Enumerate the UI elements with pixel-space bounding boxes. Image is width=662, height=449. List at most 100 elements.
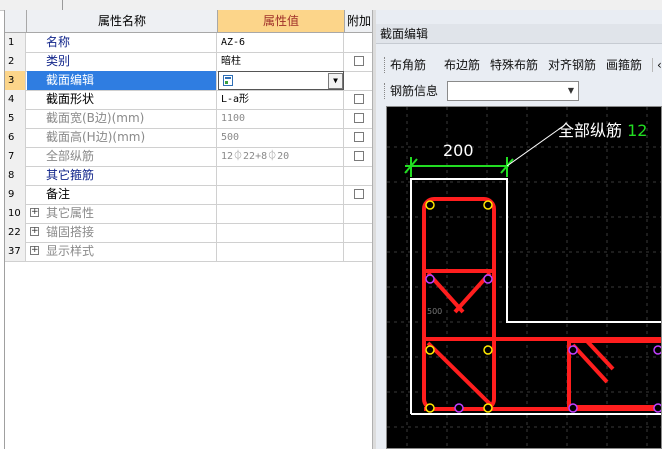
grid-row[interactable]: 6 截面高(H边)(mm) 500 bbox=[5, 128, 373, 148]
property-name: 截面宽(B边)(mm) bbox=[46, 111, 145, 125]
header-extra[interactable]: 附加 bbox=[345, 10, 373, 32]
side-dimension: 500 bbox=[427, 307, 443, 316]
row-number: 4 bbox=[5, 90, 26, 109]
grid-row[interactable]: 9 备注 bbox=[5, 185, 373, 205]
property-name: 类别 bbox=[46, 54, 71, 68]
property-name: 截面形状 bbox=[46, 92, 95, 106]
extra-cell bbox=[345, 52, 373, 71]
grid-row[interactable]: 3 截面编辑 ▼ bbox=[5, 71, 373, 91]
property-value-cell[interactable]: ▼ bbox=[218, 71, 344, 90]
all-rebar-label: 全部纵筋 12 bbox=[558, 117, 647, 141]
property-value-cell[interactable]: L-a形 bbox=[218, 90, 344, 109]
expand-plus-icon[interactable]: + bbox=[30, 246, 39, 255]
header-num bbox=[5, 10, 27, 32]
property-value: 500 bbox=[221, 132, 240, 143]
property-name-cell[interactable]: 备注 bbox=[27, 185, 217, 204]
property-name-cell[interactable]: 截面宽(B边)(mm) bbox=[27, 109, 217, 128]
extra-checkbox[interactable] bbox=[354, 189, 364, 199]
property-value-cell[interactable] bbox=[218, 223, 344, 242]
property-name-cell[interactable]: 其它箍筋 bbox=[27, 166, 217, 185]
property-value-cell[interactable] bbox=[218, 242, 344, 261]
grid-row[interactable]: 10 + 其它属性 bbox=[5, 204, 373, 224]
grid-row[interactable]: 2 类别 暗柱 bbox=[5, 52, 373, 72]
draw-stirrup-button[interactable]: 画箍筋 bbox=[606, 54, 642, 76]
property-name-cell[interactable]: 类别 bbox=[27, 52, 217, 71]
row-number: 5 bbox=[5, 109, 26, 128]
extra-checkbox[interactable] bbox=[354, 151, 364, 161]
property-name-cell[interactable]: + 显示样式 bbox=[27, 242, 217, 261]
property-name-cell[interactable]: 截面高(H边)(mm) bbox=[27, 128, 217, 147]
extra-checkbox[interactable] bbox=[354, 94, 364, 104]
property-value-cell[interactable] bbox=[218, 204, 344, 223]
property-name: 备注 bbox=[46, 187, 71, 201]
header-property-name[interactable]: 属性名称 bbox=[27, 10, 218, 32]
property-name-cell[interactable]: 全部纵筋 bbox=[27, 147, 217, 166]
property-name: 其它属性 bbox=[46, 206, 95, 220]
align-rebar-button[interactable]: 对齐钢筋 bbox=[548, 54, 596, 76]
all-rebar-text: 全部纵筋 bbox=[558, 121, 623, 140]
property-name: 名称 bbox=[46, 35, 71, 49]
side-rebar-button[interactable]: 布边筋 bbox=[444, 54, 480, 76]
toolbar-grip-2[interactable] bbox=[384, 83, 387, 99]
grid-row[interactable]: 4 截面形状 L-a形 bbox=[5, 90, 373, 110]
property-name-cell[interactable]: + 其它属性 bbox=[27, 204, 217, 223]
property-value: 1100 bbox=[221, 113, 246, 124]
dropdown-arrow-icon[interactable]: ▼ bbox=[328, 73, 343, 89]
property-grid: 属性名称 属性值 附加 1 名称 AZ-6 2 类别 暗柱 3 截面编辑 ▼ 4 截面形状 L-a形 5… bbox=[4, 10, 373, 449]
rebar-info-combo[interactable]: ▼ bbox=[447, 81, 579, 101]
grid-row[interactable]: 5 截面宽(B边)(mm) 1100 bbox=[5, 109, 373, 129]
property-value-cell[interactable] bbox=[218, 166, 344, 185]
row-number: 1 bbox=[5, 33, 26, 52]
grid-row[interactable]: 37 + 显示样式 bbox=[5, 242, 373, 262]
toolbar-grip[interactable] bbox=[384, 57, 387, 73]
row-number: 2 bbox=[5, 52, 26, 71]
toolbar-separator bbox=[652, 58, 653, 72]
property-name-cell[interactable]: 截面编辑 bbox=[27, 71, 217, 90]
extra-cell bbox=[345, 223, 373, 242]
grid-row[interactable]: 1 名称 AZ-6 bbox=[5, 33, 373, 53]
grid-row[interactable]: 22 + 锚固搭接 bbox=[5, 223, 373, 243]
row-number: 6 bbox=[5, 128, 26, 147]
property-name: 其它箍筋 bbox=[46, 168, 95, 182]
expand-plus-icon[interactable]: + bbox=[30, 208, 39, 217]
extra-checkbox[interactable] bbox=[354, 113, 364, 123]
section-canvas[interactable]: 200 全部纵筋 12 500 bbox=[386, 106, 662, 449]
dimension-label: 200 bbox=[443, 141, 474, 160]
expand-plus-icon[interactable]: + bbox=[30, 227, 39, 236]
property-name: 显示样式 bbox=[46, 244, 95, 258]
tab-edge bbox=[62, 0, 63, 10]
row-number: 22 bbox=[5, 223, 26, 242]
extra-checkbox[interactable] bbox=[354, 56, 364, 66]
property-name-cell[interactable]: 名称 bbox=[27, 33, 217, 52]
property-name: 锚固搭接 bbox=[46, 225, 95, 239]
property-value-cell[interactable]: AZ-6 bbox=[218, 33, 344, 52]
grid-row[interactable]: 8 其它箍筋 bbox=[5, 166, 373, 186]
property-value-cell[interactable]: 暗柱 bbox=[218, 52, 344, 71]
property-value-cell[interactable] bbox=[218, 185, 344, 204]
corner-rebar-button[interactable]: 布角筋 bbox=[390, 54, 426, 76]
chevron-down-icon[interactable]: ▼ bbox=[568, 86, 574, 95]
grid-row[interactable]: 7 全部纵筋 12⏀22+8⏀20 bbox=[5, 147, 373, 167]
property-value: L-a形 bbox=[221, 94, 250, 105]
property-name-cell[interactable]: 截面形状 bbox=[27, 90, 217, 109]
toolbar-overflow[interactable]: ‹ bbox=[657, 54, 662, 76]
extra-cell bbox=[345, 128, 373, 147]
extra-checkbox[interactable] bbox=[354, 132, 364, 142]
property-value: AZ-6 bbox=[221, 37, 246, 48]
header-property-value[interactable]: 属性值 bbox=[218, 10, 345, 32]
property-value-cell[interactable]: 500 bbox=[218, 128, 344, 147]
panel-title: 截面编辑 bbox=[376, 24, 662, 44]
row-number: 7 bbox=[5, 147, 26, 166]
section-editor-panel: 截面编辑 布角筋 布边筋 特殊布筋 对齐钢筋 画箍筋 ‹ 钢筋信息 ▼ 200 … bbox=[376, 10, 662, 449]
property-value-cell[interactable]: 12⏀22+8⏀20 bbox=[218, 147, 344, 166]
property-name-cell[interactable]: + 锚固搭接 bbox=[27, 223, 217, 242]
section-edit-icon[interactable] bbox=[223, 75, 233, 86]
extra-cell bbox=[345, 90, 373, 109]
extra-cell bbox=[345, 33, 373, 52]
special-rebar-button[interactable]: 特殊布筋 bbox=[490, 54, 538, 76]
extra-cell bbox=[345, 109, 373, 128]
property-value-cell[interactable]: 1100 bbox=[218, 109, 344, 128]
extra-cell bbox=[345, 242, 373, 261]
row-number: 9 bbox=[5, 185, 26, 204]
rebar-info-bar: 钢筋信息 ▼ bbox=[384, 80, 662, 102]
